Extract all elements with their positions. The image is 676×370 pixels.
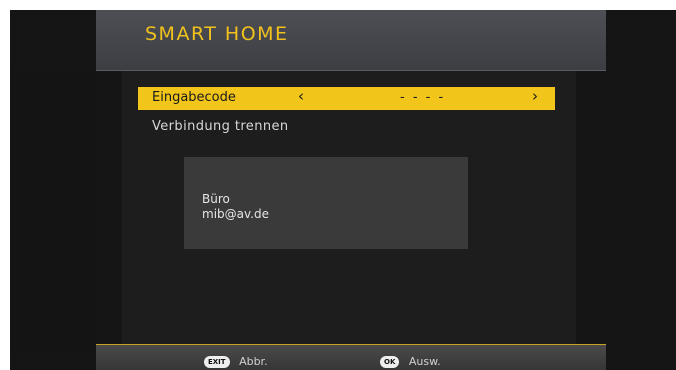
footer-bar: EXIT Abbr. OK Ausw. bbox=[96, 344, 606, 370]
menu-panel: Eingabecode ‹ - - - - › Verbindung trenn… bbox=[122, 71, 576, 351]
page-title: SMART HOME bbox=[145, 23, 289, 45]
menu-item-verbindung-trennen[interactable]: Verbindung trennen bbox=[152, 119, 289, 134]
footer-ok-label: Ausw. bbox=[408, 355, 441, 368]
account-info-box: Büro mib@av.de bbox=[184, 157, 468, 249]
code-value: - - - - bbox=[400, 90, 446, 105]
chevron-right-icon[interactable]: › bbox=[532, 87, 538, 105]
account-email: mib@av.de bbox=[202, 207, 269, 221]
menu-item-eingabecode[interactable]: Eingabecode ‹ - - - - › bbox=[138, 87, 555, 110]
header-bar: SMART HOME bbox=[96, 10, 606, 71]
footer-exit[interactable]: EXIT Abbr. bbox=[204, 355, 268, 368]
exit-key-icon: EXIT bbox=[204, 356, 230, 368]
ok-key-icon: OK bbox=[380, 356, 400, 368]
tv-screen: SMART HOME Eingabecode ‹ - - - - › Verbi… bbox=[10, 10, 676, 370]
menu-item-label: Eingabecode bbox=[152, 90, 236, 105]
chevron-left-icon[interactable]: ‹ bbox=[298, 87, 304, 105]
footer-ok[interactable]: OK Ausw. bbox=[380, 355, 441, 368]
footer-exit-label: Abbr. bbox=[239, 355, 268, 368]
screen-left-margin bbox=[10, 70, 96, 350]
account-name: Büro bbox=[202, 192, 230, 206]
